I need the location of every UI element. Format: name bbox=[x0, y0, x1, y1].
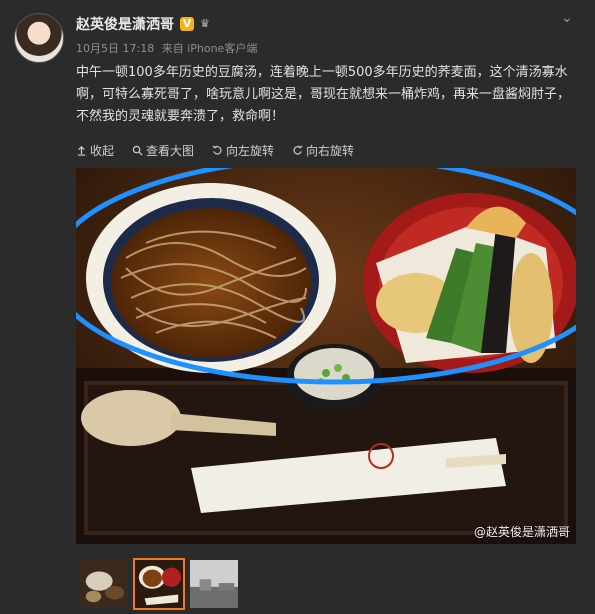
search-icon bbox=[132, 145, 143, 156]
post-date[interactable]: 10月5日 17:18 bbox=[76, 42, 154, 55]
rotate-left-button[interactable]: 向左旋转 bbox=[212, 142, 274, 159]
rotate-left-icon bbox=[212, 145, 222, 155]
post-header: 赵英俊是潇洒哥 V ♛ 10月5日 17:18 来自 iPhone客户端 bbox=[76, 14, 261, 56]
soba-photo bbox=[76, 168, 576, 544]
chevron-down-icon[interactable]: ⌄ bbox=[561, 10, 575, 26]
thumbnail-1-image bbox=[80, 560, 128, 608]
view-large-button[interactable]: 查看大图 bbox=[132, 142, 194, 159]
user-name[interactable]: 赵英俊是潇洒哥 bbox=[76, 14, 174, 34]
avatar[interactable] bbox=[14, 13, 64, 63]
collapse-button[interactable]: 收起 bbox=[76, 142, 114, 159]
thumbnail-strip bbox=[78, 558, 240, 610]
crown-icon: ♛ bbox=[200, 17, 210, 30]
thumbnail-1[interactable] bbox=[78, 558, 130, 610]
view-large-label: 查看大图 bbox=[146, 144, 195, 158]
post-meta: 10月5日 17:18 来自 iPhone客户端 bbox=[76, 40, 261, 56]
thumbnail-2[interactable] bbox=[133, 558, 185, 610]
post-image[interactable]: @赵英俊是潇洒哥 bbox=[76, 168, 576, 544]
post-text: 中午一顿100多年历史的豆腐汤，连着晚上一顿500多年历史的荞麦面，这个清汤寡水… bbox=[76, 65, 571, 124]
rotate-left-label: 向左旋转 bbox=[226, 144, 275, 158]
thumbnail-3-image bbox=[190, 560, 238, 608]
collapse-icon bbox=[77, 145, 86, 156]
thumbnail-2-image bbox=[135, 560, 183, 608]
verified-badge-icon: V bbox=[180, 17, 194, 31]
rotate-right-label: 向右旋转 bbox=[306, 144, 355, 158]
image-toolbar: 收起 查看大图 向左旋转 向右旋转 bbox=[76, 142, 354, 159]
image-watermark: @赵英俊是潇洒哥 bbox=[473, 525, 570, 539]
post-source: 来自 iPhone客户端 bbox=[161, 42, 258, 55]
rotate-right-icon bbox=[293, 145, 303, 155]
thumbnail-3[interactable] bbox=[188, 558, 240, 610]
collapse-label: 收起 bbox=[90, 144, 115, 158]
rotate-right-button[interactable]: 向右旋转 bbox=[292, 142, 354, 159]
